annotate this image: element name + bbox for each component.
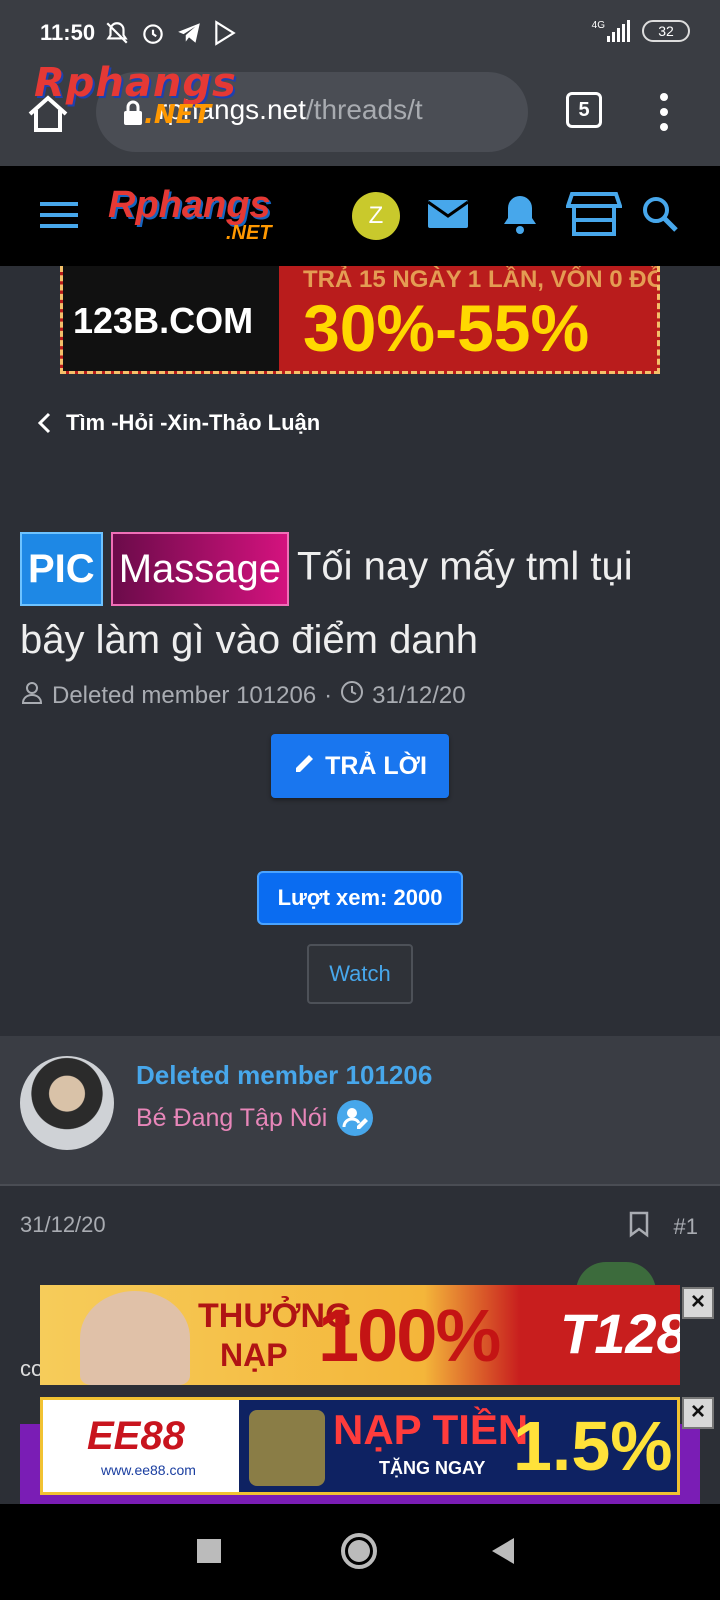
- meta-separator: ·: [324, 681, 333, 709]
- ad-t128-model-image: [80, 1291, 190, 1385]
- overlay-logo-sub: .NET: [144, 100, 212, 130]
- search-icon[interactable]: [640, 190, 680, 238]
- ad-t128-line2: NẠP: [220, 1337, 288, 1373]
- chevron-left-icon: [36, 411, 52, 435]
- breadcrumb-label: Tìm -Hỏi -Xin-Thảo Luận: [66, 410, 321, 435]
- mute-icon: [104, 20, 130, 46]
- hamburger-menu-icon[interactable]: [40, 200, 78, 230]
- ad-banner-t128[interactable]: THƯỞNG NẠP 100% T128: [40, 1285, 680, 1385]
- network-label: 4G: [591, 20, 605, 31]
- ad-t128-close-icon[interactable]: ×: [682, 1287, 714, 1319]
- prefix-massage-badge[interactable]: Massage: [110, 532, 289, 606]
- mail-icon[interactable]: [424, 190, 472, 238]
- telegram-icon: [176, 20, 202, 46]
- status-right: 4G 32: [592, 20, 690, 42]
- post-author-header: Deleted member 101206 Bé Đang Tập Nói: [0, 1036, 720, 1186]
- status-icons: [104, 20, 238, 46]
- notification-bell-icon[interactable]: [496, 190, 544, 238]
- user-avatar[interactable]: Z: [352, 192, 400, 240]
- thread-date[interactable]: 31/12/20: [372, 682, 465, 710]
- battery-indicator: 32: [642, 20, 690, 42]
- reply-button[interactable]: TRẢ LỜI: [271, 734, 449, 798]
- ad-ee88-brand: EE88: [87, 1414, 185, 1458]
- pencil-icon: [293, 751, 317, 782]
- post-author-name[interactable]: Deleted member 101206: [136, 1060, 432, 1091]
- ad-ee88-line2: TẶNG NGAY: [379, 1458, 486, 1478]
- url-path: /threads/t: [305, 94, 423, 125]
- user-icon: [20, 680, 44, 711]
- ad-banner-ee88[interactable]: EE88 www.ee88.com NẠP TIỀN TẶNG NGAY 1.5…: [40, 1397, 680, 1495]
- recents-icon[interactable]: [196, 1538, 222, 1569]
- ad-123b-headline: 30%-55%: [303, 291, 590, 365]
- alarm-icon: [140, 20, 166, 46]
- site-header: Rphangs .NET Z: [0, 166, 720, 266]
- ad-ee88-logo-panel: EE88 www.ee88.com: [43, 1400, 239, 1492]
- store-icon[interactable]: [565, 190, 623, 238]
- site-logo-main: Rphangs: [108, 184, 271, 226]
- post-author-avatar[interactable]: [20, 1056, 114, 1150]
- watch-button[interactable]: Watch: [307, 944, 413, 1004]
- clock-icon: [340, 680, 364, 711]
- ad-123b-brand: 123B.COM: [73, 300, 254, 341]
- post-author-rank: Bé Đang Tập Nói: [136, 1100, 374, 1136]
- ad-banner-123b[interactable]: 123B.COM TRẢ 15 NGÀY 1 LẦN, VỐN 0 ĐỒNG 3…: [60, 266, 660, 374]
- more-options-icon[interactable]: [654, 92, 674, 132]
- home-nav-icon[interactable]: [340, 1532, 378, 1575]
- thread-title: PIC Massage Tối nay mấy tml tụi bây làm gì…: [20, 532, 700, 674]
- ad-ee88-money-image: [249, 1410, 325, 1486]
- prefix-pic-badge[interactable]: PIC: [20, 532, 103, 606]
- ad-t128-brand: T128: [560, 1302, 680, 1365]
- thread-author[interactable]: Deleted member 101206: [52, 682, 316, 710]
- view-count-badge: Lượt xem: 2000: [257, 871, 463, 925]
- ad-ee88-site: www.ee88.com: [101, 1462, 196, 1478]
- post-number[interactable]: #1: [674, 1214, 698, 1240]
- reply-button-label: TRẢ LỜI: [325, 751, 427, 780]
- bookmark-icon[interactable]: [628, 1210, 650, 1244]
- ad-123b-logo-panel: 123B.COM: [63, 266, 279, 371]
- play-store-icon: [212, 20, 238, 46]
- rank-label: Bé Đang Tập Nói: [136, 1103, 328, 1132]
- ad-t128-percent: 100%: [318, 1294, 501, 1377]
- system-navigation-bar: [0, 1504, 720, 1600]
- signal-icon: 4G: [592, 20, 630, 42]
- site-logo[interactable]: Rphangs .NET: [108, 184, 308, 248]
- site-logo-sub: .NET: [226, 222, 272, 244]
- ad-ee88-close-icon[interactable]: ×: [682, 1397, 714, 1429]
- tab-switcher-button[interactable]: 5: [566, 92, 602, 128]
- status-bar: 11:50 4G 32: [0, 0, 720, 66]
- ad-ee88-line1: NẠP TIỀN: [333, 1406, 529, 1453]
- rank-badge-icon: [337, 1100, 374, 1136]
- post-date[interactable]: 31/12/20: [20, 1212, 106, 1238]
- breadcrumb[interactable]: Tìm -Hỏi -Xin-Thảo Luận: [36, 410, 320, 436]
- overlay-site-logo: Rphangs .NET: [34, 60, 237, 130]
- ad-ee88-percent: 1.5%: [513, 1407, 673, 1485]
- post-actions: #1: [628, 1210, 698, 1244]
- thread-meta: Deleted member 101206 · 31/12/20: [20, 680, 466, 711]
- status-time: 11:50: [40, 20, 96, 45]
- back-nav-icon[interactable]: [490, 1536, 516, 1571]
